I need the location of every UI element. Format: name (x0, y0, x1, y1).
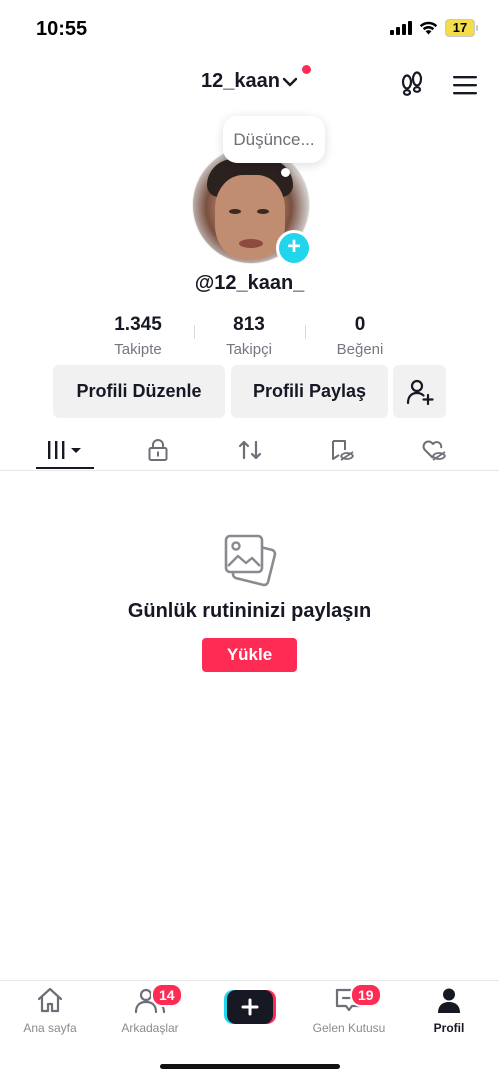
tab-videos[interactable] (36, 432, 94, 468)
nav-home[interactable]: Ana sayfa (5, 986, 95, 1035)
profile-handle: @12_kaan_ (194, 272, 305, 294)
thought-bubble[interactable]: Düşünce... (223, 116, 325, 163)
profile-icon (438, 988, 460, 1013)
plus-icon (224, 990, 276, 1024)
status-time: 10:55 (36, 18, 88, 40)
bookmark-hidden-icon (332, 440, 355, 461)
grid-bars-icon (48, 441, 81, 459)
stat-following[interactable]: 1.345 Takipte (88, 314, 188, 358)
tab-divider (0, 470, 499, 471)
nav-label: Arkadaşlar (121, 1021, 179, 1035)
hamburger-menu-icon (453, 76, 477, 95)
upload-button[interactable]: Yükle (202, 638, 297, 672)
nav-label: Gelen Kutusu (312, 1021, 386, 1035)
add-story-button[interactable]: + (276, 230, 312, 266)
stat-followers[interactable]: 813 Takipçi (199, 314, 299, 358)
nav-label: Ana sayfa (23, 1021, 77, 1035)
tab-liked[interactable] (406, 432, 462, 468)
wifi-icon (419, 21, 438, 35)
lock-icon (148, 439, 168, 461)
chevron-down-icon (282, 77, 298, 86)
stat-value: 0 (354, 314, 366, 335)
nav-divider (0, 980, 499, 981)
bubble-tail (281, 168, 290, 177)
nav-profile[interactable]: Profil (404, 986, 494, 1035)
active-tab-indicator (36, 467, 94, 469)
footprints-icon (401, 71, 423, 96)
battery-indicator: 17 (445, 19, 478, 37)
heart-hidden-icon (422, 440, 447, 461)
stat-label: Beğeni (336, 341, 384, 358)
home-indicator (160, 1064, 340, 1069)
stat-value: 813 (233, 314, 265, 335)
friends-badge: 14 (151, 983, 183, 1007)
create-button[interactable] (224, 990, 276, 1024)
repost-icon (238, 440, 262, 460)
inbox-badge: 19 (350, 983, 382, 1007)
share-profile-button[interactable]: Profili Paylaş (231, 365, 388, 418)
stat-value: 1.345 (114, 314, 162, 335)
divider (194, 325, 195, 339)
home-icon (37, 987, 63, 1013)
status-indicators: 17 (390, 19, 478, 37)
photos-icon (222, 532, 278, 593)
page-title: 12_kaan (201, 70, 280, 92)
edit-profile-button[interactable]: Profili Düzenle (53, 365, 225, 418)
tab-favorites[interactable] (314, 432, 370, 468)
add-user-icon (406, 379, 434, 405)
notification-dot (301, 65, 311, 74)
nav-label: Profil (433, 1021, 465, 1035)
stat-label: Takipçi (226, 341, 272, 358)
signal-icon (390, 21, 412, 35)
tab-private[interactable] (130, 432, 186, 468)
stat-label: Takipte (114, 341, 162, 358)
add-friend-button[interactable] (393, 365, 446, 418)
empty-state-title: Günlük rutininizi paylaşın (127, 600, 372, 622)
tab-reposts[interactable] (222, 432, 278, 468)
menu-button[interactable] (450, 70, 480, 100)
stat-likes[interactable]: 0 Beğeni (310, 314, 410, 358)
divider (305, 325, 306, 339)
footprints-button[interactable] (396, 68, 428, 100)
